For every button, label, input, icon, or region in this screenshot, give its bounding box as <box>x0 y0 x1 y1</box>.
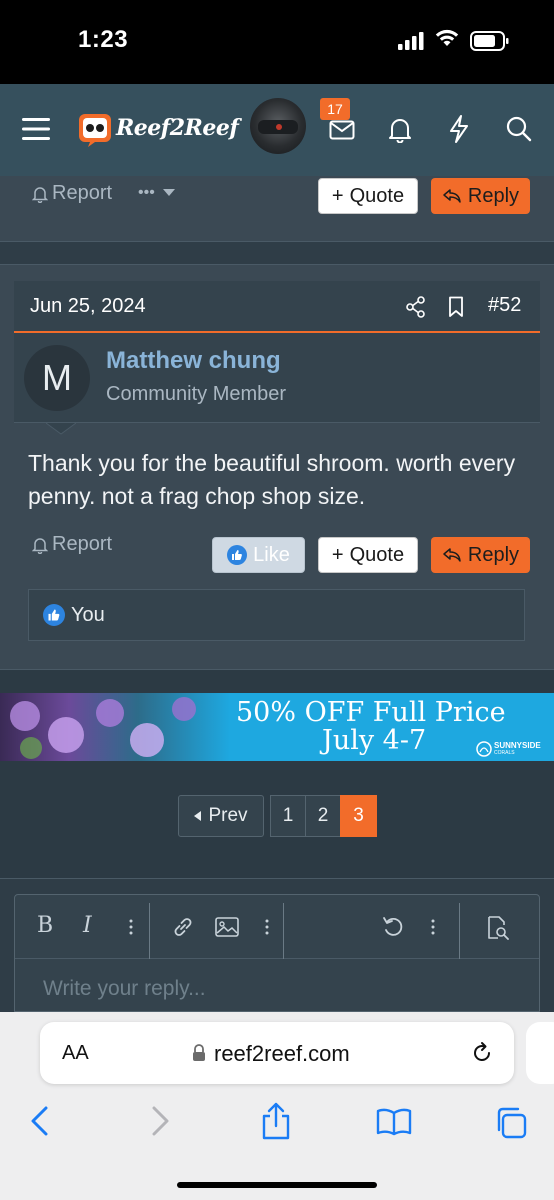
bookmark-icon[interactable] <box>448 296 464 318</box>
post-header: Jun 25, 2024 #52 <box>14 281 540 333</box>
reply-arrow-icon <box>443 548 461 562</box>
reply-input-placeholder[interactable]: Write your reply... <box>43 977 206 1001</box>
share-sheet-icon[interactable] <box>260 1102 292 1140</box>
pagination-prev-button[interactable]: Prev <box>178 795 264 837</box>
user-avatar[interactable] <box>250 98 306 154</box>
sunnyside-logo-icon <box>476 741 492 757</box>
pagination-page-3-current[interactable]: 3 <box>340 795 377 837</box>
reactions-label: You <box>71 604 105 626</box>
site-logo[interactable]: Reef2Reef <box>78 111 239 151</box>
author-avatar[interactable]: M <box>24 345 90 411</box>
whats-new-lightning-icon[interactable] <box>448 115 470 143</box>
reactions-bar[interactable]: You <box>28 589 525 641</box>
forward-arrow-icon <box>152 1106 169 1136</box>
reply-editor: B I Write your reply... <box>14 894 540 1012</box>
battery-icon <box>470 31 509 51</box>
quote-label: Quote <box>349 184 405 207</box>
pagination-page-1[interactable]: 1 <box>270 795 306 837</box>
share-icon[interactable] <box>406 296 426 318</box>
more-dots: ••• <box>138 184 155 201</box>
chevron-left-icon <box>194 811 202 821</box>
status-time: 1:23 <box>78 26 129 53</box>
report-label: Report <box>52 533 113 555</box>
text-size-button[interactable]: AA <box>62 1042 89 1065</box>
reply-arrow-icon <box>443 189 461 203</box>
wifi-icon <box>435 29 459 46</box>
more-actions-icon[interactable] <box>431 919 435 935</box>
post-date[interactable]: Jun 25, 2024 <box>30 295 146 318</box>
report-label: Report <box>52 182 113 204</box>
like-button[interactable]: Like <box>212 537 305 573</box>
home-indicator <box>177 1182 377 1188</box>
ad-brand: SUNNYSIDE <box>494 741 541 750</box>
user-block-pointer <box>46 422 76 435</box>
ad-line1: 50% OFF Full Price <box>236 697 506 728</box>
inbox-icon[interactable] <box>329 120 355 140</box>
author-name[interactable]: Matthew chung <box>106 347 281 375</box>
preview-icon[interactable] <box>485 915 511 941</box>
plus-icon: + <box>331 543 344 566</box>
author-title: Community Member <box>106 383 287 405</box>
browser-toolbar: AA reef2reef.com <box>0 1012 554 1200</box>
logo-badge-icon <box>79 114 111 147</box>
reload-icon[interactable] <box>470 1041 494 1065</box>
ad-banner[interactable]: 50% OFF Full Price July 4-7 SUNNYSIDE CO… <box>0 693 554 761</box>
bold-button[interactable]: B <box>37 913 53 938</box>
quote-button[interactable]: + Quote <box>318 537 418 573</box>
thread-content: Report ••• + Quote Reply Jun 25, 2024 #5… <box>0 176 554 1012</box>
post-report-link[interactable]: Report <box>32 533 112 556</box>
chevron-down-icon <box>162 189 175 196</box>
report-link[interactable]: Report <box>32 182 112 205</box>
logo-text: Reef2Reef <box>116 115 239 141</box>
like-thumb-icon <box>43 604 65 626</box>
link-icon[interactable] <box>171 915 195 939</box>
cellular-signal-icon <box>398 32 424 50</box>
quote-button[interactable]: + Quote <box>318 178 418 214</box>
like-label: Like <box>253 543 290 566</box>
reply-button[interactable]: Reply <box>431 537 530 573</box>
notifications-bell-icon[interactable] <box>388 117 412 143</box>
address-bar[interactable]: AA reef2reef.com <box>40 1022 514 1084</box>
post-separator <box>0 242 554 264</box>
undo-icon[interactable] <box>381 915 405 939</box>
ad-brand-sub: CORALS <box>494 750 515 756</box>
report-bell-icon <box>32 537 48 554</box>
prev-label: Prev <box>208 805 248 826</box>
pagination-page-2[interactable]: 2 <box>305 795 341 837</box>
bookmarks-book-icon[interactable] <box>376 1108 412 1136</box>
quote-label: Quote <box>349 543 405 566</box>
url-text[interactable]: reef2reef.com <box>214 1041 350 1067</box>
editor-toolbar: B I <box>15 895 539 959</box>
inbox-count-badge: 17 <box>320 98 350 120</box>
post-user-block: M Matthew chung Community Member <box>14 333 540 423</box>
next-tab-preview[interactable] <box>526 1022 554 1084</box>
previous-post-footer: Report ••• + Quote Reply <box>0 176 554 242</box>
reply-label: Reply <box>467 543 520 566</box>
more-options-menu[interactable]: ••• <box>138 184 175 202</box>
more-insert-icon[interactable] <box>265 919 269 935</box>
post-body: Thank you for the beautiful shroom. wort… <box>28 450 516 509</box>
report-bell-icon <box>32 186 48 203</box>
like-thumb-icon <box>227 545 248 565</box>
tabs-overview-icon[interactable] <box>494 1106 528 1140</box>
site-header: Reef2Reef 17 <box>0 84 554 176</box>
plus-icon: + <box>331 184 344 207</box>
search-icon[interactable] <box>506 116 532 142</box>
reply-label: Reply <box>467 184 520 207</box>
ad-coral-image <box>0 693 230 761</box>
status-bar: 1:23 <box>0 0 554 84</box>
italic-button[interactable]: I <box>83 913 92 938</box>
reply-button[interactable]: Reply <box>431 178 530 214</box>
menu-icon[interactable] <box>22 117 52 141</box>
post-number-link[interactable]: #52 <box>488 294 521 317</box>
image-icon[interactable] <box>215 917 239 937</box>
ad-line2: July 4-7 <box>322 725 427 756</box>
lock-icon <box>193 1044 205 1061</box>
more-formatting-icon[interactable] <box>129 919 133 935</box>
back-arrow-icon[interactable] <box>30 1106 50 1136</box>
